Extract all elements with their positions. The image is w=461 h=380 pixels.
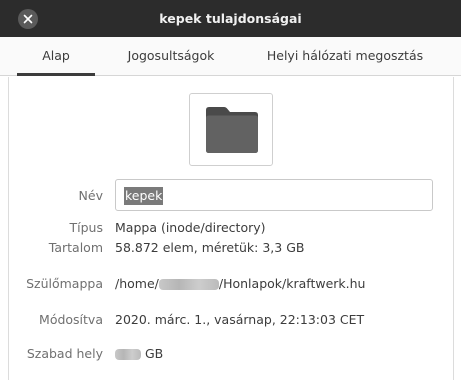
name-input-value: kepek — [124, 187, 164, 205]
parent-folder-value: /home/ /Honlapok/kraftwerk.hu — [115, 276, 365, 291]
free-space-value: GB — [115, 346, 163, 361]
window-title: kepek tulajdonságai — [159, 11, 302, 26]
redacted-free-space — [115, 349, 141, 360]
type-label: Típus — [69, 220, 103, 235]
type-value: Mappa (inode/directory) — [115, 220, 266, 235]
folder-icon — [206, 107, 258, 153]
name-label: Név — [78, 188, 103, 203]
parent-folder-suffix: /Honlapok/kraftwerk.hu — [218, 276, 366, 291]
properties-dialog: kepek tulajdonságai Alap Jogosultságok H… — [0, 0, 461, 380]
contents-value: 58.872 elem, méretük: 3,3 GB — [115, 240, 305, 255]
tab-permissions[interactable]: Jogosultságok — [110, 37, 232, 76]
basic-tab-panel: Név kepek Típus Mappa (inode/directory) … — [8, 77, 454, 380]
tab-local-network-share[interactable]: Helyi hálózati megosztás — [262, 37, 428, 76]
modified-value: 2020. márc. 1., vasárnap, 22:13:03 CET — [115, 312, 365, 327]
tab-basic[interactable]: Alap — [17, 37, 95, 76]
tab-bar: Alap Jogosultságok Helyi hálózati megosz… — [0, 37, 461, 76]
parent-folder-label: Szülőmappa — [26, 276, 103, 291]
redacted-username — [158, 279, 219, 290]
contents-label: Tartalom — [48, 240, 103, 255]
folder-icon-button[interactable] — [189, 93, 273, 166]
free-space-unit: GB — [144, 346, 164, 361]
free-space-label: Szabad hely — [26, 346, 103, 361]
name-input[interactable]: kepek — [115, 179, 433, 211]
modified-label: Módosítva — [39, 312, 103, 327]
title-bar: kepek tulajdonságai — [0, 0, 461, 37]
parent-folder-prefix: /home/ — [115, 276, 159, 291]
